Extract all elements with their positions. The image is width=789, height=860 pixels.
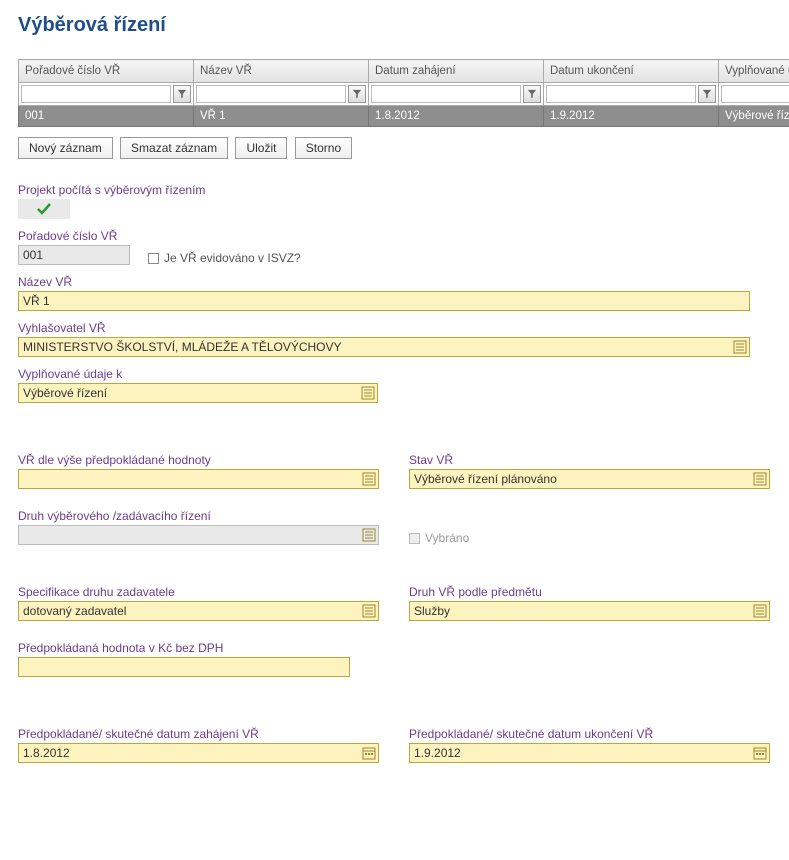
calendar-icon[interactable]	[753, 746, 767, 760]
filter-input-vypl[interactable]	[721, 85, 789, 103]
vypl-input[interactable]	[18, 383, 378, 403]
predpokl-hodnota-input[interactable]	[18, 657, 350, 677]
filter-input-poradove[interactable]	[21, 85, 171, 103]
col-header-nazev[interactable]: Název VŘ	[194, 60, 369, 83]
label-dle-vyse: VŘ dle výše předpokládané hodnoty	[18, 453, 379, 467]
poradove-input[interactable]	[18, 245, 130, 265]
page-title: Výběrová řízení	[18, 14, 771, 37]
filter-input-zahajeni[interactable]	[371, 85, 521, 103]
cell-nazev: VŘ 1	[194, 106, 369, 127]
nazev-input[interactable]	[18, 291, 750, 311]
label-datum-ukonceni: Předpokládané/ skutečné datum ukončení V…	[409, 727, 770, 741]
delete-button[interactable]: Smazat záznam	[120, 137, 228, 159]
col-header-poradove[interactable]: Pořadové číslo VŘ	[19, 60, 194, 83]
check-icon	[36, 201, 52, 217]
lookup-icon[interactable]	[361, 386, 375, 400]
datum-ukonceni-input[interactable]	[409, 743, 770, 763]
col-header-ukonceni[interactable]: Datum ukončení	[544, 60, 719, 83]
label-vypl: Vyplňované údaje k	[18, 367, 771, 381]
project-has-vr-checkbox[interactable]	[18, 199, 70, 219]
druh-vyber-input[interactable]	[18, 525, 379, 545]
filter-input-ukonceni[interactable]	[546, 85, 696, 103]
cell-vypl: Výběrové řízení	[719, 106, 789, 127]
lookup-icon[interactable]	[362, 604, 376, 618]
cell-poradove: 001	[19, 106, 194, 127]
checkbox-icon	[409, 533, 420, 544]
checkbox-icon	[148, 253, 159, 264]
filter-icon[interactable]	[523, 85, 541, 103]
isvz-checkbox[interactable]: Je VŘ evidováno v ISVZ?	[148, 251, 301, 265]
datum-zahajeni-input[interactable]	[18, 743, 379, 763]
dle-vyse-input[interactable]	[18, 469, 379, 489]
vr-grid: Pořadové číslo VŘ Název VŘ Datum zahájen…	[18, 59, 789, 127]
lookup-icon[interactable]	[753, 472, 767, 486]
label-druh-predmet: Druh VŘ podle předmětu	[409, 585, 770, 599]
label-nazev: Název VŘ	[18, 275, 771, 289]
col-header-vypl[interactable]: Vyplňované údaje k	[719, 60, 789, 83]
label-predpokl-hodnota: Předpokládaná hodnota v Kč bez DPH	[18, 641, 771, 655]
cell-ukonceni: 1.9.2012	[544, 106, 719, 127]
lookup-icon[interactable]	[362, 528, 376, 542]
calendar-icon[interactable]	[362, 746, 376, 760]
filter-icon[interactable]	[173, 85, 191, 103]
save-button[interactable]: Uložit	[235, 137, 287, 159]
filter-input-nazev[interactable]	[196, 85, 346, 103]
col-header-zahajeni[interactable]: Datum zahájení	[369, 60, 544, 83]
lookup-icon[interactable]	[362, 472, 376, 486]
label-poradove: Pořadové číslo VŘ	[18, 229, 130, 243]
label-stav: Stav VŘ	[409, 453, 770, 467]
vybrano-label: Vybráno	[425, 531, 469, 545]
spec-zadav-input[interactable]	[18, 601, 379, 621]
table-row[interactable]: 001 VŘ 1 1.8.2012 1.9.2012 Výběrové říze…	[19, 106, 789, 127]
cell-zahajeni: 1.8.2012	[369, 106, 544, 127]
stav-input[interactable]	[409, 469, 770, 489]
new-button[interactable]: Nový záznam	[18, 137, 113, 159]
label-vyhlas: Vyhlašovatel VŘ	[18, 321, 771, 335]
vybrano-checkbox: Vybráno	[409, 531, 469, 545]
label-spec-zadav: Specifikace druhu zadavatele	[18, 585, 379, 599]
label-druh-vyber: Druh výběrového /zadávacího řízení	[18, 509, 379, 523]
vyhlas-input[interactable]	[18, 337, 750, 357]
lookup-icon[interactable]	[753, 604, 767, 618]
label-project-has-vr: Projekt počítá s výběrovým řízením	[18, 183, 771, 197]
lookup-icon[interactable]	[733, 340, 747, 354]
filter-icon[interactable]	[698, 85, 716, 103]
cancel-button[interactable]: Storno	[295, 137, 352, 159]
druh-predmet-input[interactable]	[409, 601, 770, 621]
label-datum-zahajeni: Předpokládané/ skutečné datum zahájení V…	[18, 727, 379, 741]
isvz-label: Je VŘ evidováno v ISVZ?	[164, 251, 301, 265]
filter-icon[interactable]	[348, 85, 366, 103]
